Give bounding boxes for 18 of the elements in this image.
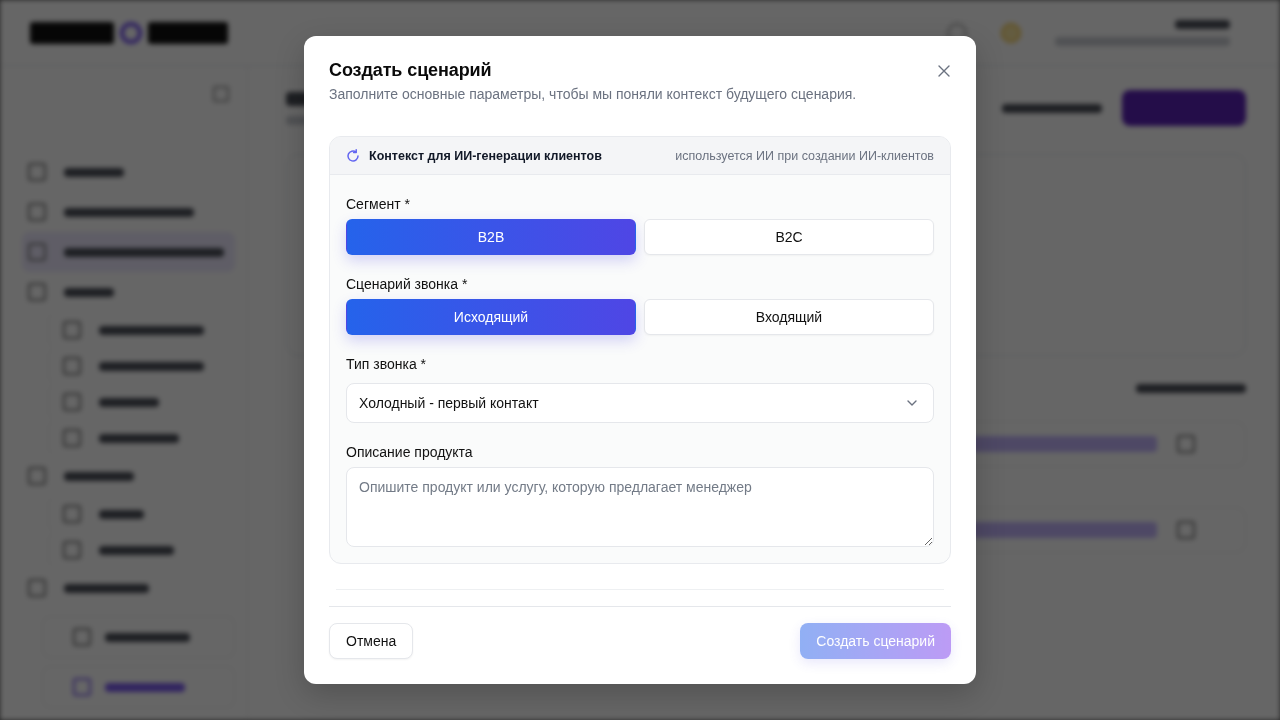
refresh-icon <box>346 148 360 163</box>
close-icon[interactable] <box>938 65 950 77</box>
option-button[interactable]: Входящий <box>644 299 934 335</box>
field-label: Описание продукта <box>346 443 473 462</box>
field-label: Сценарий звонка * <box>346 275 468 294</box>
panel-title: Контекст для ИИ-генерации клиентов <box>369 148 602 163</box>
call-type-select[interactable]: Холодный - первый контакт <box>346 383 934 423</box>
option-button[interactable]: Исходящий <box>346 299 636 335</box>
field-label: Сегмент * <box>346 195 410 214</box>
field-label: Тип звонка * <box>346 355 426 374</box>
cancel-button[interactable]: Отмена <box>329 623 414 659</box>
panel-note: используется ИИ при создании ИИ-клиентов <box>675 148 934 163</box>
chevron-down-icon <box>907 400 917 406</box>
option-button[interactable]: B2C <box>644 219 934 255</box>
dialog-title: Создать сценарий <box>329 59 493 82</box>
option-button[interactable]: B2B <box>346 219 636 255</box>
product-description-field[interactable]: Опишите продукт или услугу, которую предлагает менеджер <box>346 467 934 547</box>
dialog-subtitle: Заполните основные параметры, чтобы мы поняли контекст будущего сценария. <box>329 85 857 104</box>
